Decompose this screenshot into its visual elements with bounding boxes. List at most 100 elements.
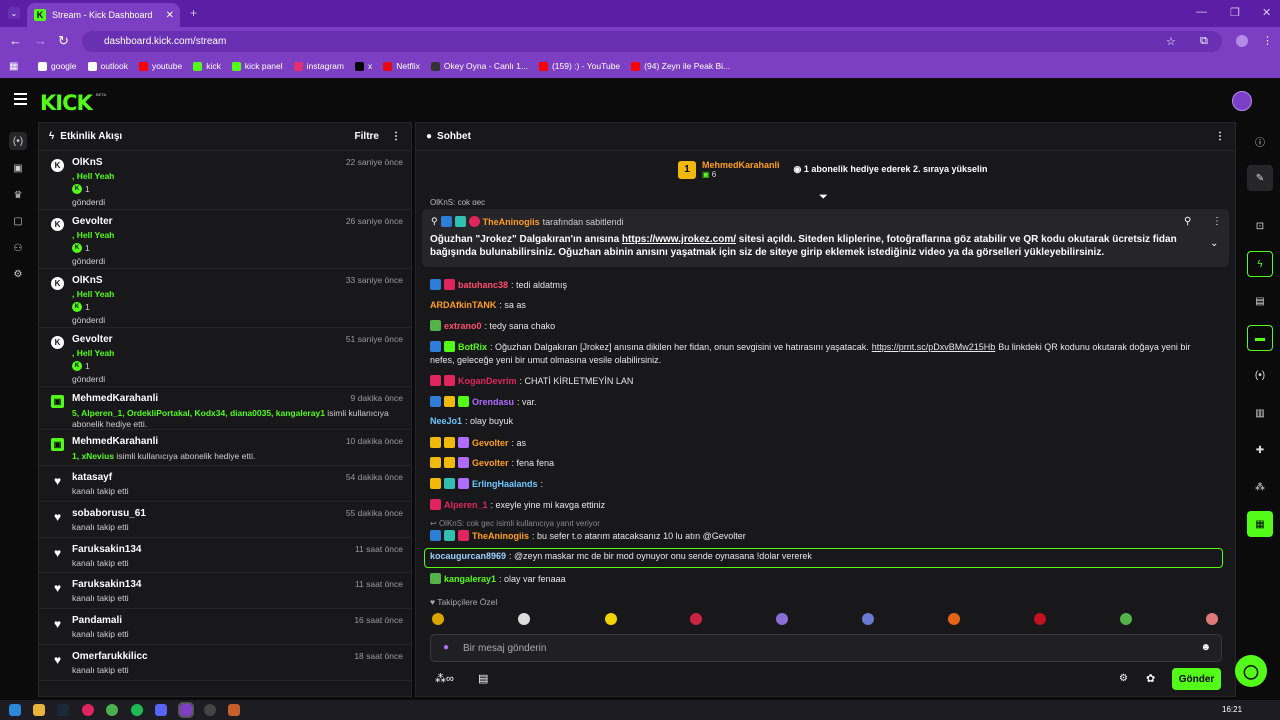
chat-username[interactable]: KoganDevrim — [458, 376, 517, 386]
dashboard-icon[interactable]: ▣ — [9, 159, 27, 177]
activity-item[interactable]: ♥ Omerfarukkilicc 18 saat önce kanalı takip… — [39, 645, 411, 681]
bookmark-item[interactable]: (94) Zeyn ile Peak Bi... — [631, 61, 730, 71]
clapper-icon[interactable]: ▦ — [1247, 511, 1273, 537]
chat-username[interactable]: Orendasu — [472, 397, 514, 407]
kicks-infinity-icon[interactable]: ⁂∞ — [435, 672, 454, 685]
tab-search-icon[interactable]: ⌄ — [8, 7, 20, 19]
activity-username[interactable]: MehmedKarahanli — [72, 393, 158, 404]
chat-username[interactable]: extrano0 — [444, 321, 482, 331]
activity-item[interactable]: K OlKnS 22 saniye önce, Hell Yeah K 1 gönderd… — [39, 151, 411, 210]
browser-tab[interactable]: K Stream - Kick Dashboard ✕ — [27, 3, 180, 27]
chat-username[interactable]: TheAninogiis — [472, 531, 529, 541]
emote-5[interactable] — [776, 613, 788, 625]
kicks-icon[interactable]: ⁂ — [1247, 474, 1273, 500]
activity-item[interactable]: ♥ katasayf 54 dakika önce kanalı takip etti — [39, 466, 411, 502]
emote-9[interactable] — [1120, 613, 1132, 625]
pinned-link[interactable]: https://www.jrokez.com/ — [622, 234, 736, 245]
bookmark-item[interactable]: kick panel — [231, 61, 283, 71]
expand-chevron-icon[interactable]: ⌄ — [1210, 238, 1218, 249]
emoji-icon[interactable]: ☻ — [1200, 642, 1211, 653]
chat-username[interactable]: kangaleray1 — [444, 574, 496, 584]
activity-username[interactable]: OlKnS — [72, 275, 103, 286]
emote-1[interactable] — [432, 613, 444, 625]
chat-link[interactable]: https://prnt.sc/pDxvBMw215Hb — [872, 342, 996, 352]
emote-2[interactable] — [518, 613, 530, 625]
notes-icon[interactable]: ▤ — [1247, 288, 1273, 314]
activity-username[interactable]: Gevolter — [72, 216, 113, 227]
activity-username[interactable]: Faruksakin134 — [72, 544, 142, 555]
settings-gear-icon[interactable]: ⚙ — [9, 265, 27, 283]
emote-6[interactable] — [862, 613, 874, 625]
activity-item[interactable]: ♥ Pandamali 16 saat önce kanalı takip etti — [39, 609, 411, 645]
profile-icon[interactable] — [1236, 35, 1248, 47]
emote-8[interactable] — [1034, 613, 1046, 625]
activity-toggle-icon[interactable]: ϟ — [1247, 251, 1273, 277]
activity-item[interactable]: ▣ MehmedKarahanli 10 dakika önce 1, xNevius… — [39, 430, 411, 466]
user-avatar[interactable] — [1232, 91, 1252, 111]
activity-item[interactable]: ♥ Faruksakin134 11 saat önce kanalı takip e… — [39, 573, 411, 609]
top-gifter-name[interactable]: MehmedKarahanli — [702, 160, 780, 170]
edit-icon[interactable]: ✎ — [1247, 165, 1273, 191]
bookmark-item[interactable]: youtube — [138, 61, 182, 71]
bookmark-item[interactable]: (159) :) - YouTube — [538, 61, 620, 71]
chat-toggle-icon[interactable]: ▬ — [1247, 325, 1273, 351]
activity-username[interactable]: Gevolter — [72, 334, 113, 345]
close-window-icon[interactable]: ✕ — [1262, 6, 1271, 19]
unpin-icon[interactable]: ⚲ — [1184, 216, 1191, 227]
chrome-icon[interactable] — [106, 704, 118, 716]
store-icon[interactable]: ▤ — [478, 672, 488, 685]
pinned-menu-icon[interactable]: ⋮ — [1212, 216, 1222, 227]
activity-username[interactable]: Pandamali — [72, 615, 122, 626]
community-icon[interactable]: ⚇ — [9, 239, 27, 257]
chrome-active-icon[interactable] — [178, 702, 194, 718]
chat-settings-icon[interactable]: ⚙ — [1119, 673, 1128, 684]
back-icon[interactable]: ← — [9, 33, 22, 48]
bookmark-star-icon[interactable]: ☆ — [1166, 35, 1176, 48]
emote-10[interactable] — [1206, 613, 1218, 625]
capture-icon[interactable]: ⊡ — [1247, 213, 1273, 239]
chat-input[interactable]: ● Bir mesaj gönderin ☻ — [430, 634, 1222, 662]
filter-button[interactable]: Filtre — [355, 131, 379, 142]
activity-item[interactable]: K Gevolter 26 saniye önce, Hell Yeah K 1 gönd… — [39, 210, 411, 269]
start-icon[interactable] — [9, 704, 21, 716]
stack-icon[interactable]: ▥ — [1247, 400, 1273, 426]
send-button[interactable]: Gönder — [1172, 668, 1221, 690]
chat-username[interactable]: BotRix — [458, 342, 487, 352]
new-tab-icon[interactable]: + — [190, 6, 197, 20]
activity-username[interactable]: Omerfarukkilicc — [72, 651, 148, 662]
chat-username[interactable]: ErlingHaalands — [472, 479, 538, 489]
reload-icon[interactable]: ↻ — [58, 33, 69, 49]
bookmark-item[interactable]: Okey Oyna - Canlı 1... — [430, 61, 528, 71]
emote-3[interactable] — [605, 613, 617, 625]
emote-4[interactable] — [690, 613, 702, 625]
activity-username[interactable]: sobaborusu_61 — [72, 508, 146, 519]
activity-item[interactable]: K Gevolter 51 saniye önce, Hell Yeah K 1 gönd… — [39, 328, 411, 387]
mic-icon[interactable]: ● — [443, 642, 449, 653]
gift-sub-icon[interactable]: ✿ — [1146, 672, 1155, 685]
activity-username[interactable]: MehmedKarahanli — [72, 436, 158, 447]
bookmark-item[interactable]: outlook — [87, 61, 128, 71]
bookmark-item[interactable]: Netflix — [383, 61, 420, 71]
apps-grid-icon[interactable]: ▦ — [9, 61, 18, 72]
broadcast-icon[interactable]: (•) — [1247, 362, 1273, 388]
activity-username[interactable]: katasayf — [72, 472, 112, 483]
activity-item[interactable]: ♥ sobaborusu_61 55 dakika önce kanalı takip… — [39, 502, 411, 538]
wrench-icon[interactable]: ✚ — [1247, 437, 1273, 463]
opera-icon[interactable] — [82, 704, 94, 716]
stream-icon[interactable]: (•) — [9, 132, 27, 150]
pinned-by-user[interactable]: TheAninogiis — [483, 217, 540, 227]
steam-icon[interactable] — [57, 704, 69, 716]
explorer-icon[interactable] — [33, 704, 45, 716]
chat-menu-icon[interactable]: ⋮ — [1215, 131, 1225, 142]
hamburger-menu-icon[interactable] — [14, 93, 27, 108]
app-icon-2[interactable] — [228, 704, 240, 716]
support-chat-icon[interactable]: ◯ — [1235, 655, 1267, 687]
chat-username[interactable]: Alperen_1 — [444, 500, 488, 510]
menu-dots-icon[interactable]: ⋮ — [1262, 34, 1273, 47]
minimize-icon[interactable]: — — [1196, 6, 1207, 18]
bookmark-item[interactable]: google — [38, 61, 77, 71]
chat-username[interactable]: Gevolter — [472, 458, 509, 468]
extensions-icon[interactable]: ⧉ — [1200, 35, 1208, 48]
chat-username[interactable]: Gevolter — [472, 438, 509, 448]
chat-username[interactable]: batuhanc38 — [458, 280, 508, 290]
